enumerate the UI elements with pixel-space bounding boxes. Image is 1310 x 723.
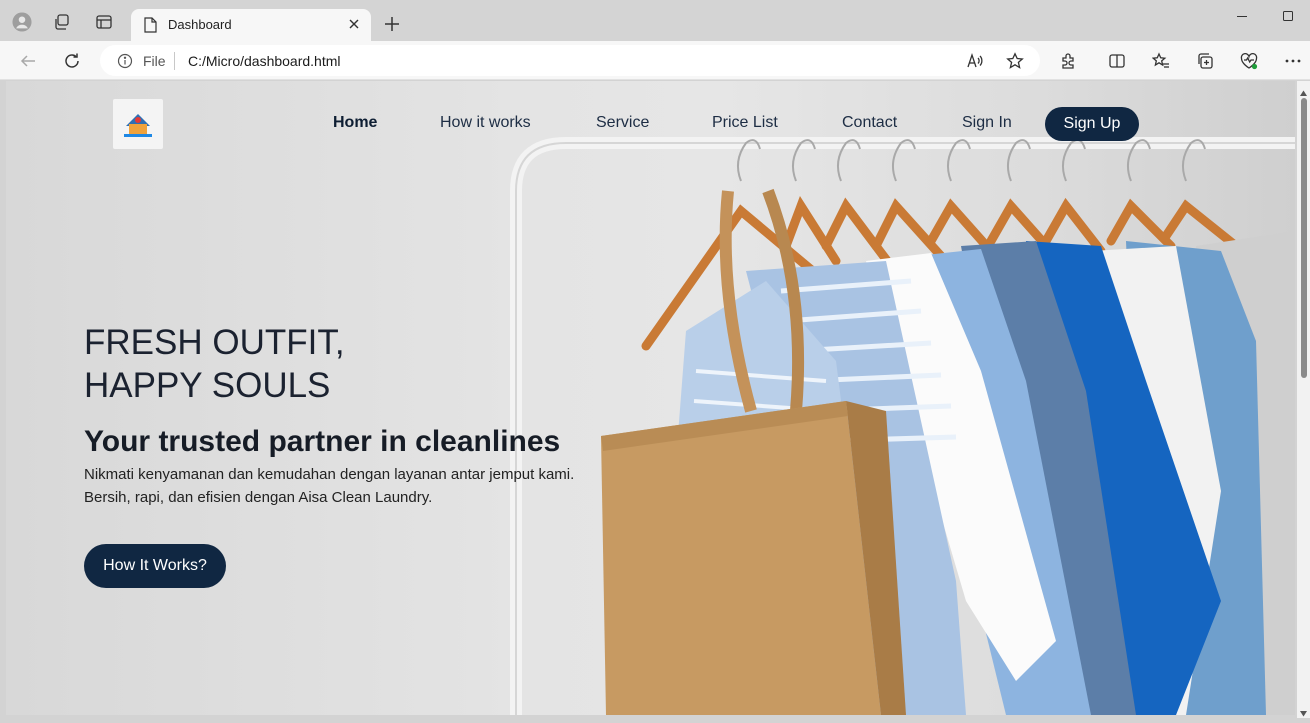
nav-sign-in[interactable]: Sign In: [962, 114, 1012, 132]
browser-essentials-icon[interactable]: [1239, 51, 1259, 71]
description-line-1: Nikmati kenyamanan dan kemudahan dengan …: [84, 466, 575, 483]
split-screen-icon[interactable]: [1107, 51, 1127, 71]
page-scrollbar[interactable]: [1297, 81, 1310, 718]
hero-headline: FRESH OUTFIT, HAPPY SOULS: [84, 321, 345, 407]
sign-up-button[interactable]: Sign Up: [1045, 107, 1139, 141]
back-icon[interactable]: [18, 51, 38, 71]
maximize-icon[interactable]: [1280, 8, 1296, 24]
address-bar[interactable]: File C:/Micro/dashboard.html: [100, 45, 1040, 76]
nav-contact[interactable]: Contact: [842, 114, 897, 132]
favorite-star-icon[interactable]: [1006, 52, 1024, 70]
profile-icon[interactable]: [12, 12, 32, 32]
read-aloud-icon[interactable]: [966, 52, 984, 70]
headline-line-1: FRESH OUTFIT,: [84, 323, 345, 362]
scroll-up-arrow-icon[interactable]: [1299, 85, 1308, 96]
page-viewport: Home How it works Service Price List Con…: [6, 81, 1295, 715]
tab-title: Dashboard: [168, 17, 232, 32]
collections-icon[interactable]: [1195, 51, 1215, 71]
browser-title-bar: Dashboard: [0, 0, 1310, 41]
description-line-2: Bersih, rapi, dan efisien dengan Aisa Cl…: [84, 489, 433, 506]
scroll-down-arrow-icon[interactable]: [1299, 705, 1308, 717]
nav-service[interactable]: Service: [596, 114, 649, 132]
url-scheme-label: File: [143, 53, 166, 69]
url-divider: [174, 52, 175, 70]
hero-subheadline: Your trusted partner in cleanlines: [84, 425, 561, 458]
address-toolbar: File C:/Micro/dashboard.html: [0, 41, 1310, 80]
how-it-works-button[interactable]: How It Works?: [84, 544, 226, 588]
nav-how-it-works[interactable]: How it works: [440, 114, 531, 132]
nav-home[interactable]: Home: [333, 114, 377, 132]
tab-dashboard[interactable]: Dashboard: [131, 9, 371, 41]
scroll-thumb[interactable]: [1301, 98, 1307, 378]
url-text[interactable]: C:/Micro/dashboard.html: [188, 53, 341, 69]
nav-price-list[interactable]: Price List: [712, 114, 778, 132]
more-options-icon[interactable]: [1283, 51, 1303, 71]
hero-description: Nikmati kenyamanan dan kemudahan dengan …: [84, 463, 574, 509]
page-icon: [143, 17, 157, 38]
headline-line-2: HAPPY SOULS: [84, 366, 331, 405]
favorites-icon[interactable]: [1151, 51, 1171, 71]
site-info-icon[interactable]: [117, 53, 133, 69]
site-logo[interactable]: [113, 99, 163, 149]
new-tab-icon[interactable]: [383, 15, 401, 33]
minimize-icon[interactable]: [1234, 8, 1250, 24]
workspaces-icon[interactable]: [52, 12, 72, 32]
close-tab-icon[interactable]: [346, 16, 362, 32]
tab-actions-icon[interactable]: [94, 12, 114, 32]
extensions-icon[interactable]: [1058, 51, 1078, 71]
refresh-icon[interactable]: [62, 51, 82, 71]
